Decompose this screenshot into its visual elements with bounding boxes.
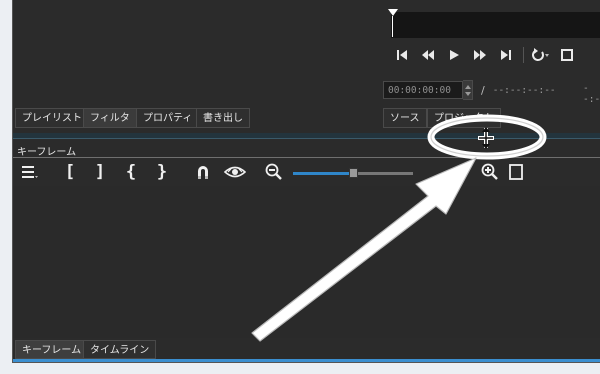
zoom-slider-fill	[293, 172, 353, 175]
loop-icon	[532, 48, 549, 61]
tab-filters[interactable]: フィルタ	[83, 108, 137, 128]
playhead-marker[interactable]	[388, 9, 398, 16]
keyframes-timeline-area[interactable]	[13, 186, 600, 338]
set-second-simple-keyframe-button[interactable]: }	[155, 162, 169, 182]
fit-frame-icon	[509, 164, 523, 180]
rewind-button[interactable]	[415, 44, 441, 66]
bracket-right-icon: ]	[94, 162, 106, 182]
timecode-controls: 00:00:00:00 / --:--:--:--	[383, 80, 556, 100]
skip-to-start-button[interactable]	[389, 44, 415, 66]
transport-controls	[389, 44, 580, 66]
set-first-simple-keyframe-button[interactable]: {	[124, 162, 138, 182]
spin-down-icon	[464, 91, 471, 96]
zoom-fit-button[interactable]	[507, 162, 525, 182]
view-button[interactable]	[554, 44, 580, 66]
zoom-slider[interactable]	[293, 168, 413, 178]
hamburger-menu-icon	[22, 166, 38, 178]
tab-source[interactable]: ソース	[383, 108, 427, 128]
skip-next-icon	[501, 50, 511, 60]
scrub-while-dragging-button[interactable]	[223, 162, 247, 182]
bracket-left-icon: [	[64, 162, 76, 182]
set-filter-end-button[interactable]: ]	[93, 162, 107, 182]
zoom-in-button[interactable]	[479, 162, 501, 182]
rewind-icon	[422, 50, 434, 60]
zoom-in-icon	[481, 163, 498, 180]
frame-icon	[561, 49, 573, 61]
timecode-spinner[interactable]	[463, 80, 473, 100]
zoom-out-button[interactable]	[263, 162, 285, 182]
loop-button[interactable]	[528, 44, 554, 66]
duration-timecode: --:--:--:--	[492, 84, 556, 96]
transport-separator	[523, 47, 524, 63]
play-icon	[450, 50, 459, 60]
zoom-slider-handle[interactable]	[349, 168, 358, 178]
tab-timeline[interactable]: タイムライン	[83, 340, 157, 359]
shotcut-window: 00:00:00:00 / --:--:--:-- --:- プレイリスト フィ…	[12, 0, 600, 363]
tab-export[interactable]: 書き出し	[196, 108, 250, 128]
spin-up-icon	[464, 84, 471, 89]
eye-icon	[224, 166, 246, 178]
tab-keyframes[interactable]: キーフレーム	[15, 340, 89, 359]
zoom-out-icon	[265, 163, 282, 180]
video-preview	[391, 12, 600, 38]
set-filter-start-button[interactable]: [	[63, 162, 77, 182]
skip-previous-icon	[397, 50, 407, 60]
skip-to-end-button[interactable]	[493, 44, 519, 66]
timecode-right-fragment: --:-	[583, 83, 600, 105]
keyframes-title-divider	[13, 157, 600, 158]
playhead-line	[392, 16, 393, 37]
tab-properties[interactable]: プロパティ	[136, 108, 200, 128]
position-timecode-input[interactable]: 00:00:00:00	[383, 81, 463, 99]
fast-forward-button[interactable]	[467, 44, 493, 66]
keyframes-toolbar: [ ] { }	[13, 160, 600, 184]
magnet-icon	[198, 166, 208, 179]
bottom-accent-bar	[13, 359, 600, 362]
play-button[interactable]	[441, 44, 467, 66]
snap-button[interactable]	[193, 162, 213, 182]
tab-project[interactable]: プロジェクト	[427, 108, 501, 128]
splitter-line	[13, 138, 600, 139]
player-area: 00:00:00:00 / --:--:--:-- --:-	[13, 0, 600, 108]
keyframes-panel-title: キーフレーム	[17, 147, 77, 158]
tab-playlist[interactable]: プレイリスト	[15, 108, 89, 128]
fast-forward-icon	[474, 50, 486, 60]
panel-tab-row: プレイリスト フィルタ プロパティ 書き出し ソース プロジェクト	[13, 108, 600, 130]
brace-left-icon: {	[125, 162, 137, 182]
keyframes-menu-button[interactable]	[21, 162, 39, 182]
brace-right-icon: }	[156, 162, 168, 182]
bottom-tab-row: キーフレーム タイムライン	[13, 340, 600, 360]
timecode-separator: /	[481, 83, 485, 97]
